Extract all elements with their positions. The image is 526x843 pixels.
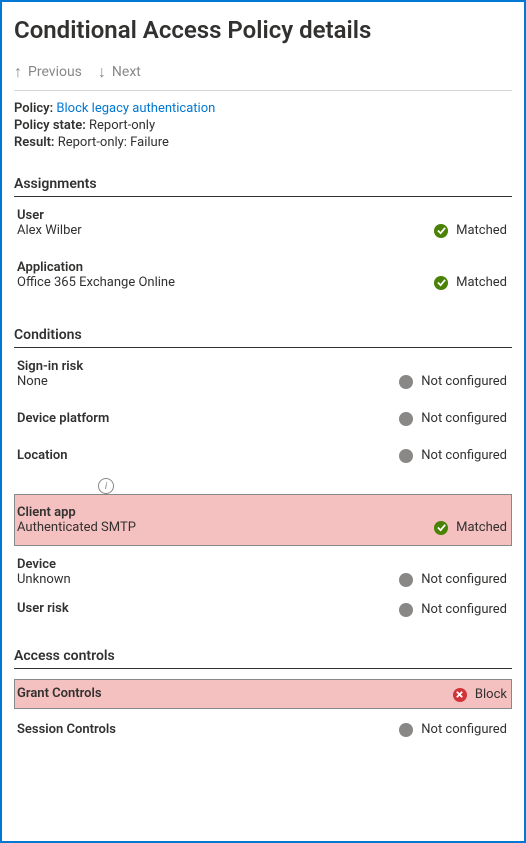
device-status: Not configured [399, 572, 507, 587]
dot-icon [399, 375, 413, 389]
block-icon [453, 688, 467, 702]
signin-risk-status: Not configured [399, 374, 507, 389]
status-text: Matched [456, 275, 507, 290]
policy-line: Policy: Block legacy authentication [14, 101, 512, 116]
status-text: Not configured [421, 602, 507, 617]
info-icon[interactable]: i [98, 478, 114, 494]
grant-controls-label: Grant Controls [17, 686, 505, 701]
user-label: User [17, 208, 505, 223]
divider [14, 90, 512, 91]
policy-state-value: Report-only [89, 118, 155, 133]
row-client-app: Client app Authenticated SMTP Matched [14, 494, 512, 546]
arrow-down-icon: ↓ [98, 64, 106, 80]
section-access-controls: Access controls [14, 648, 512, 669]
client-app-label: Client app [17, 505, 505, 520]
row-location: Location Not configured [14, 437, 512, 474]
client-app-value: Authenticated SMTP [17, 520, 505, 535]
info-row: i [14, 474, 512, 494]
row-session-controls: Session Controls Not configured [14, 709, 512, 740]
signin-risk-label: Sign-in risk [17, 359, 505, 374]
row-user-risk: User risk Not configured [14, 598, 512, 622]
check-icon [434, 276, 448, 290]
dot-icon [399, 449, 413, 463]
dot-icon [399, 603, 413, 617]
arrow-up-icon: ↑ [14, 64, 22, 80]
user-value: Alex Wilber [17, 223, 505, 238]
policy-state-label: Policy state: [14, 118, 86, 133]
status-text: Not configured [421, 411, 507, 426]
check-icon [434, 224, 448, 238]
app-status: Matched [434, 275, 507, 290]
status-text: Block [475, 687, 507, 702]
section-assignments: Assignments [14, 176, 512, 197]
policy-state-line: Policy state: Report-only [14, 118, 512, 133]
next-button[interactable]: ↓ Next [98, 64, 141, 80]
location-status: Not configured [399, 448, 507, 463]
result-line: Result: Report-only: Failure [14, 135, 512, 150]
client-app-status: Matched [434, 520, 507, 535]
status-text: Not configured [421, 722, 507, 737]
policy-link[interactable]: Block legacy authentication [56, 101, 215, 116]
row-user: User Alex Wilber Matched [14, 197, 512, 249]
row-grant-controls: Grant Controls Block [14, 679, 512, 709]
status-text: Not configured [421, 572, 507, 587]
section-conditions: Conditions [14, 327, 512, 348]
status-text: Not configured [421, 374, 507, 389]
status-text: Matched [456, 223, 507, 238]
dot-icon [399, 412, 413, 426]
row-device-platform: Device platform Not configured [14, 400, 512, 437]
row-device: Device Unknown Not configured [14, 546, 512, 598]
device-label: Device [17, 557, 505, 572]
user-status: Matched [434, 223, 507, 238]
row-signin-risk: Sign-in risk None Not configured [14, 348, 512, 400]
app-value: Office 365 Exchange Online [17, 275, 505, 290]
session-controls-status: Not configured [399, 722, 507, 737]
page-title: Conditional Access Policy details [14, 16, 512, 44]
dot-icon [399, 573, 413, 587]
grant-controls-status: Block [453, 687, 507, 702]
check-icon [434, 521, 448, 535]
status-text: Matched [456, 520, 507, 535]
row-application: Application Office 365 Exchange Online M… [14, 249, 512, 301]
result-value: Report-only: Failure [58, 135, 169, 150]
status-text: Not configured [421, 448, 507, 463]
nav-row: ↑ Previous ↓ Next [14, 64, 512, 80]
device-platform-status: Not configured [399, 411, 507, 426]
result-label: Result: [14, 135, 54, 150]
policy-label: Policy: [14, 101, 53, 116]
dot-icon [399, 723, 413, 737]
app-label: Application [17, 260, 505, 275]
user-risk-status: Not configured [399, 602, 507, 617]
next-label: Next [112, 64, 141, 80]
previous-label: Previous [28, 64, 82, 80]
previous-button[interactable]: ↑ Previous [14, 64, 82, 80]
